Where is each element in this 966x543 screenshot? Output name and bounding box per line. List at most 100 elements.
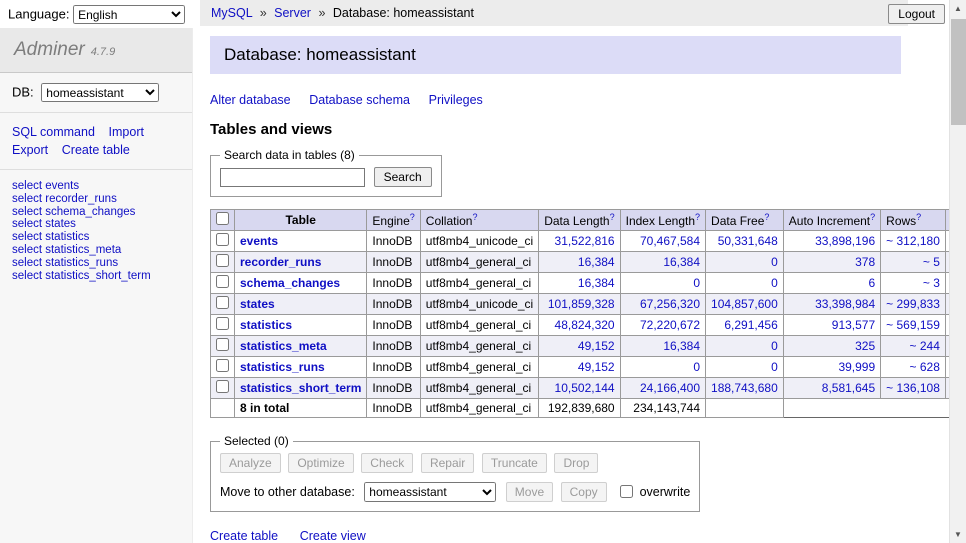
- data-length-link[interactable]: 48,824,320: [555, 318, 615, 332]
- auto-increment-link[interactable]: 378: [855, 255, 875, 269]
- index-length-link[interactable]: 72,220,672: [640, 318, 700, 332]
- scrollbar-thumb[interactable]: [951, 19, 966, 125]
- move-button[interactable]: Move: [506, 482, 553, 502]
- sidebar-table-link[interactable]: select statistics: [12, 231, 180, 244]
- table-name-link[interactable]: statistics_meta: [240, 339, 327, 353]
- table-name-link[interactable]: statistics: [240, 318, 292, 332]
- sidebar-link-export[interactable]: Export: [12, 143, 48, 157]
- search-button[interactable]: Search: [374, 167, 432, 187]
- row-checkbox[interactable]: [216, 275, 229, 288]
- db-select[interactable]: homeassistant: [41, 83, 159, 102]
- language-select[interactable]: English: [73, 5, 185, 24]
- table-name-link[interactable]: statistics_short_term: [240, 381, 361, 395]
- row-checkbox[interactable]: [216, 296, 229, 309]
- data-length-link[interactable]: 16,384: [578, 276, 615, 290]
- data-length-link[interactable]: 49,152: [578, 339, 615, 353]
- optimize-button[interactable]: Optimize: [288, 453, 353, 473]
- analyze-button[interactable]: Analyze: [220, 453, 281, 473]
- create-table-link[interactable]: Create table: [210, 529, 278, 543]
- row-checkbox[interactable]: [216, 380, 229, 393]
- index-length-link[interactable]: 16,384: [663, 255, 700, 269]
- auto-increment-link[interactable]: 33,898,196: [815, 234, 875, 248]
- table-name-link[interactable]: events: [240, 234, 278, 248]
- column-help-link[interactable]: ?: [610, 212, 615, 222]
- rows-count-link[interactable]: ~ 3: [923, 276, 940, 290]
- logout-button[interactable]: Logout: [888, 4, 945, 24]
- column-help-link[interactable]: ?: [764, 212, 769, 222]
- data-free-link[interactable]: 188,743,680: [711, 381, 778, 395]
- auto-increment-link[interactable]: 8,581,645: [822, 381, 875, 395]
- data-free-link[interactable]: 0: [771, 276, 778, 290]
- row-checkbox[interactable]: [216, 359, 229, 372]
- data-free-link[interactable]: 0: [771, 255, 778, 269]
- table-name-link[interactable]: recorder_runs: [240, 255, 321, 269]
- table-name-link[interactable]: states: [240, 297, 275, 311]
- sidebar-table-link[interactable]: select events: [12, 180, 180, 193]
- rows-count-link[interactable]: ~ 628: [910, 360, 940, 374]
- index-length-link[interactable]: 67,256,320: [640, 297, 700, 311]
- drop-button[interactable]: Drop: [554, 453, 598, 473]
- sidebar-link-create-table[interactable]: Create table: [62, 143, 130, 157]
- sidebar-table-link[interactable]: select states: [12, 218, 180, 231]
- breadcrumb-link-server[interactable]: Server: [274, 6, 311, 20]
- data-length-link[interactable]: 31,522,816: [555, 234, 615, 248]
- column-help-link[interactable]: ?: [695, 212, 700, 222]
- privileges-link[interactable]: Privileges: [429, 93, 483, 107]
- rows-count-link[interactable]: ~ 244: [910, 339, 940, 353]
- data-free-link[interactable]: 50,331,648: [718, 234, 778, 248]
- scrollbar-up-icon[interactable]: ▲: [950, 0, 966, 17]
- rows-count-link[interactable]: ~ 312,180: [886, 234, 940, 248]
- column-help-link[interactable]: ?: [916, 212, 921, 222]
- data-free-link[interactable]: 0: [771, 360, 778, 374]
- rows-count-link[interactable]: ~ 136,108: [886, 381, 940, 395]
- index-length-link[interactable]: 0: [693, 276, 700, 290]
- move-database-select[interactable]: homeassistant: [364, 482, 496, 502]
- copy-button[interactable]: Copy: [561, 482, 607, 502]
- column-help-link[interactable]: ?: [472, 212, 477, 222]
- rows-count-link[interactable]: ~ 5: [923, 255, 940, 269]
- row-checkbox[interactable]: [216, 254, 229, 267]
- index-length-link[interactable]: 70,467,584: [640, 234, 700, 248]
- breadcrumb-link-mysql[interactable]: MySQL: [211, 6, 252, 20]
- data-length-link[interactable]: 16,384: [578, 255, 615, 269]
- row-checkbox[interactable]: [216, 338, 229, 351]
- index-length-link[interactable]: 0: [693, 360, 700, 374]
- auto-increment-link[interactable]: 39,999: [838, 360, 875, 374]
- overwrite-checkbox[interactable]: [620, 485, 633, 498]
- sidebar-table-link[interactable]: select schema_changes: [12, 206, 180, 219]
- index-length-link[interactable]: 16,384: [663, 339, 700, 353]
- rows-count-link[interactable]: ~ 299,833: [886, 297, 940, 311]
- data-free-link[interactable]: 104,857,600: [711, 297, 778, 311]
- check-button[interactable]: Check: [361, 453, 413, 473]
- create-view-link[interactable]: Create view: [300, 529, 366, 543]
- data-length-link[interactable]: 101,859,328: [548, 297, 615, 311]
- index-length-link[interactable]: 24,166,400: [640, 381, 700, 395]
- sidebar-table-link[interactable]: select statistics_meta: [12, 244, 180, 257]
- auto-increment-link[interactable]: 913,577: [832, 318, 875, 332]
- truncate-button[interactable]: Truncate: [482, 453, 547, 473]
- auto-increment-link[interactable]: 6: [868, 276, 875, 290]
- database-schema-link[interactable]: Database schema: [309, 93, 410, 107]
- alter-database-link[interactable]: Alter database: [210, 93, 291, 107]
- column-help-link[interactable]: ?: [410, 212, 415, 222]
- sidebar-link-sql-command[interactable]: SQL command: [12, 125, 95, 139]
- row-checkbox[interactable]: [216, 317, 229, 330]
- sidebar-table-link[interactable]: select statistics_runs: [12, 257, 180, 270]
- column-help-link[interactable]: ?: [870, 212, 875, 222]
- data-free-link[interactable]: 6,291,456: [724, 318, 777, 332]
- sidebar-link-import[interactable]: Import: [109, 125, 144, 139]
- table-name-link[interactable]: statistics_runs: [240, 360, 325, 374]
- data-length-link[interactable]: 49,152: [578, 360, 615, 374]
- sidebar-table-link[interactable]: select recorder_runs: [12, 193, 180, 206]
- sidebar-table-link[interactable]: select statistics_short_term: [12, 270, 180, 283]
- rows-count-link[interactable]: ~ 569,159: [886, 318, 940, 332]
- search-input[interactable]: [220, 168, 365, 187]
- data-free-link[interactable]: 0: [771, 339, 778, 353]
- table-name-link[interactable]: schema_changes: [240, 276, 340, 290]
- select-all-checkbox[interactable]: [216, 212, 229, 225]
- row-checkbox[interactable]: [216, 233, 229, 246]
- auto-increment-link[interactable]: 33,398,984: [815, 297, 875, 311]
- scrollbar-down-icon[interactable]: ▼: [950, 526, 966, 543]
- auto-increment-link[interactable]: 325: [855, 339, 875, 353]
- repair-button[interactable]: Repair: [421, 453, 474, 473]
